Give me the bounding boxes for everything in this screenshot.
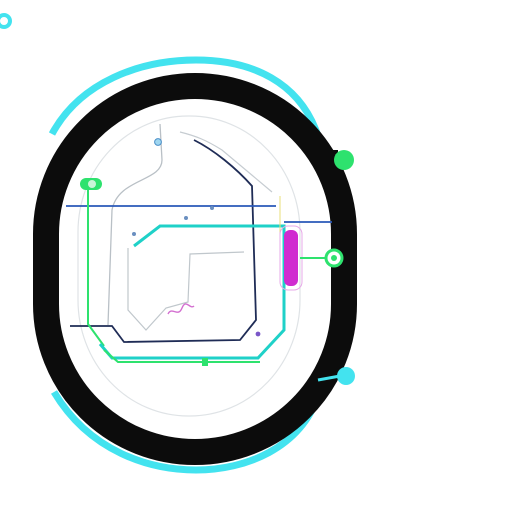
small-station-c xyxy=(132,232,136,236)
bottom-callout-marker xyxy=(337,367,355,385)
small-station-b xyxy=(210,206,214,210)
green-bottom-route xyxy=(103,349,260,363)
blue-station-top xyxy=(154,138,162,146)
green-left-route xyxy=(87,186,105,347)
gray-route-left xyxy=(107,123,163,326)
top-callout-marker xyxy=(334,150,354,170)
magenta-squiggle xyxy=(167,303,195,315)
ring-icon xyxy=(0,13,12,29)
purple-station xyxy=(255,331,261,337)
loop-line-diagram xyxy=(0,13,357,474)
magenta-capsule xyxy=(284,230,298,286)
green-station-bottom xyxy=(202,358,208,366)
small-station-a xyxy=(184,216,188,220)
green-station-left-inner xyxy=(88,180,96,188)
gray-route-inner xyxy=(127,248,245,331)
middle-callout-marker-core xyxy=(331,255,337,261)
